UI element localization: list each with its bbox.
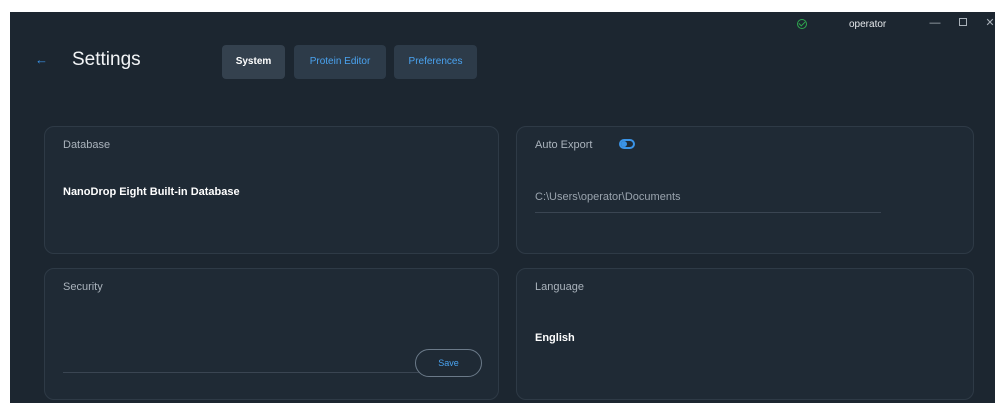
auto-export-toggle[interactable] bbox=[619, 139, 635, 149]
language-value[interactable]: English bbox=[535, 332, 575, 344]
close-icon[interactable]: ✕ bbox=[983, 16, 995, 30]
language-card: Language English bbox=[516, 268, 974, 400]
tab-protein-editor[interactable]: Protein Editor bbox=[294, 45, 386, 79]
save-button[interactable]: Save bbox=[415, 349, 482, 377]
database-card: Database NanoDrop Eight Built-in Databas… bbox=[44, 126, 499, 254]
security-card: Security Save bbox=[44, 268, 499, 400]
page-title: Settings bbox=[72, 49, 141, 70]
tab-preferences[interactable]: Preferences bbox=[394, 45, 477, 79]
check-circle-icon bbox=[797, 19, 807, 29]
language-title: Language bbox=[535, 281, 584, 293]
export-path-field[interactable]: C:\Users\operator\Documents bbox=[535, 191, 881, 213]
database-title: Database bbox=[63, 139, 111, 151]
database-value[interactable]: NanoDrop Eight Built-in Database bbox=[63, 186, 240, 198]
settings-window: operator — ✕ ← Settings System Protein E… bbox=[10, 12, 995, 403]
security-title: Security bbox=[63, 281, 103, 293]
title-bar: operator — ✕ bbox=[10, 12, 995, 36]
auto-export-title: Auto Export bbox=[535, 139, 593, 151]
security-input-underline[interactable] bbox=[63, 372, 421, 373]
auto-export-card: Auto Export C:\Users\operator\Documents bbox=[516, 126, 974, 254]
tab-system[interactable]: System bbox=[222, 45, 285, 79]
current-user[interactable]: operator bbox=[849, 19, 886, 30]
maximize-icon[interactable] bbox=[956, 16, 970, 30]
minimize-icon[interactable]: — bbox=[928, 16, 942, 30]
back-arrow-icon[interactable]: ← bbox=[35, 53, 48, 66]
